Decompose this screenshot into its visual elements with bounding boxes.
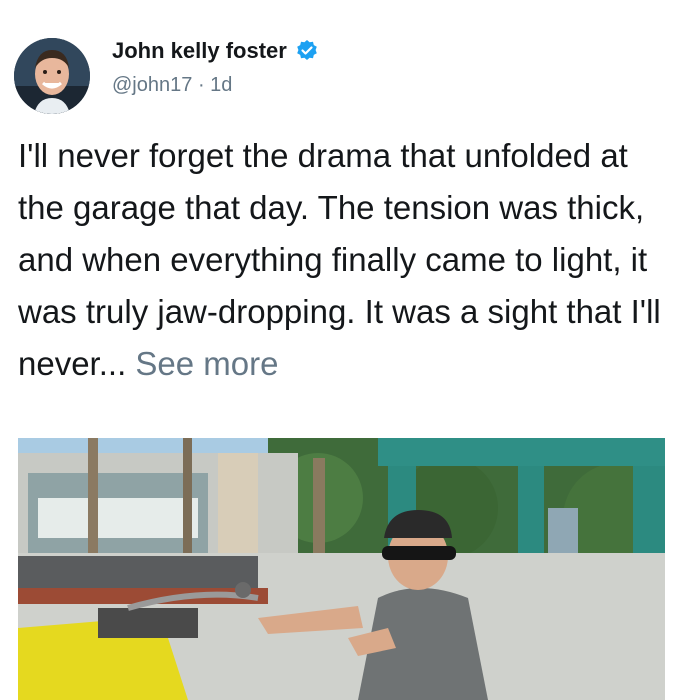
avatar[interactable]: [14, 38, 90, 114]
tweet-card[interactable]: John kelly foster @john17 · 1d I'll neve…: [0, 0, 700, 700]
verified-badge-icon: [295, 39, 319, 63]
author-display-name[interactable]: John kelly foster: [112, 38, 287, 64]
tweet-body: I'll never forget the drama that unfolde…: [18, 130, 678, 390]
meta-separator: ·: [197, 74, 205, 96]
tweet-text: I'll never forget the drama that unfolde…: [18, 137, 661, 382]
see-more-link[interactable]: See more: [135, 345, 278, 382]
tweet-timestamp[interactable]: 1d: [210, 74, 232, 96]
author-row: John kelly foster: [112, 38, 319, 64]
tweet-photo[interactable]: [18, 438, 665, 700]
author-handle[interactable]: @john17: [112, 74, 192, 96]
author-meta: @john17 · 1d: [112, 74, 232, 97]
